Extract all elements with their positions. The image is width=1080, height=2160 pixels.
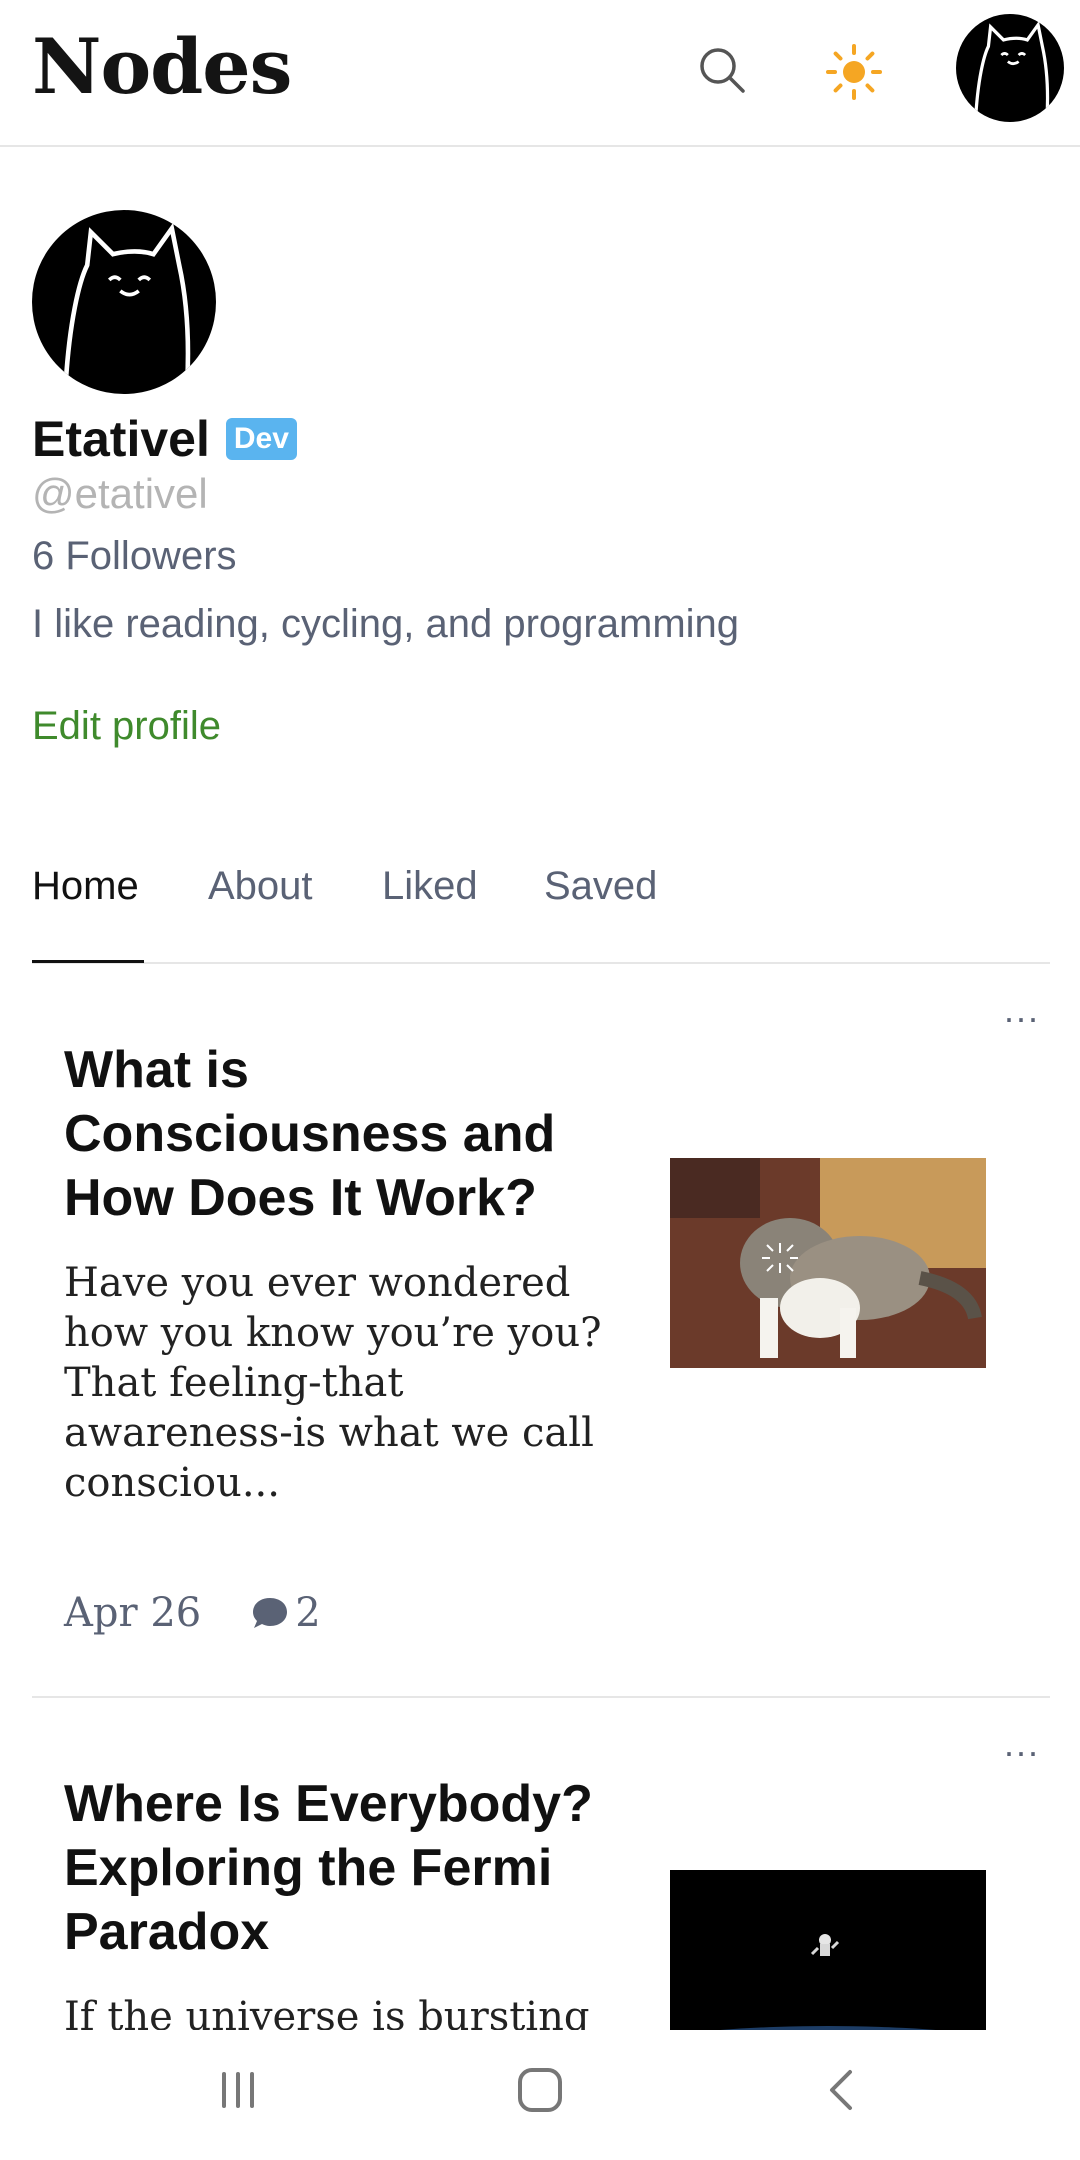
profile-tabs: Home About Liked Saved	[32, 860, 1050, 964]
profile-bio: I like reading, cycling, and programming	[32, 602, 740, 646]
profile-avatar	[32, 210, 216, 394]
app-header: Nodes	[0, 0, 1080, 147]
article-card[interactable]: ... What is Consciousness and How Does I…	[32, 992, 1050, 1700]
article-thumbnail[interactable]	[670, 1870, 986, 2034]
user-avatar[interactable]	[956, 14, 1064, 122]
sun-icon[interactable]	[820, 38, 888, 106]
system-nav-bar	[0, 2030, 1080, 2160]
article-card[interactable]: ... Where Is Everybody? Exploring the Fe…	[32, 1734, 1050, 2034]
tab-saved[interactable]: Saved	[544, 864, 657, 909]
cat-avatar-icon	[973, 20, 1050, 122]
article-title[interactable]: What is Consciousness and How Does It Wo…	[64, 1038, 624, 1230]
comments-count-value: 2	[295, 1590, 321, 1636]
profile-handle: @etativel	[32, 470, 208, 517]
tab-home[interactable]: Home	[32, 864, 139, 909]
cat-avatar-icon	[62, 222, 191, 394]
more-options-button[interactable]: ...	[1004, 1734, 1040, 1762]
article-meta: Apr 26 2	[64, 1590, 321, 1636]
search-icon[interactable]	[690, 38, 754, 102]
article-excerpt: Have you ever wondered how you know you’…	[64, 1260, 602, 1506]
cat-loading-image	[670, 1158, 986, 1368]
comments-count[interactable]: 2	[251, 1590, 321, 1636]
profile-name-row: Etativel Dev	[32, 410, 297, 468]
home-icon[interactable]	[500, 2050, 580, 2130]
article-excerpt: If the universe is bursting	[64, 1994, 590, 2034]
dev-badge: Dev	[225, 418, 297, 460]
edit-profile-button[interactable]: Edit profile	[32, 704, 221, 749]
followers-count[interactable]: 6 Followers	[32, 534, 237, 579]
back-icon[interactable]	[802, 2050, 882, 2130]
more-options-button[interactable]: ...	[1004, 992, 1040, 1028]
brand-logo[interactable]: Nodes	[32, 22, 292, 111]
tab-about[interactable]: About	[208, 864, 313, 909]
article-title[interactable]: Where Is Everybody? Exploring the Fermi …	[64, 1772, 624, 1964]
comment-icon	[253, 1598, 288, 1628]
article-thumbnail[interactable]	[670, 1158, 986, 1368]
astronaut-space-image	[670, 1870, 986, 2034]
tab-liked[interactable]: Liked	[382, 864, 478, 909]
article-date: Apr 26	[64, 1590, 202, 1636]
article-divider	[32, 1696, 1050, 1698]
profile-name: Etativel	[32, 411, 210, 467]
active-tab-indicator	[32, 960, 144, 963]
recent-apps-icon[interactable]	[198, 2050, 278, 2130]
